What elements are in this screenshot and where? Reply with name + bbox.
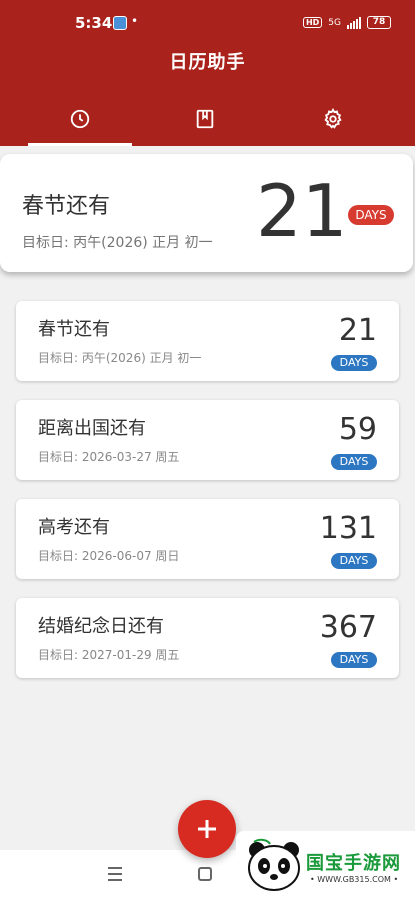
tab-bookmarks[interactable] (153, 100, 257, 146)
featured-days-count: 21 (256, 169, 348, 253)
panda-logo-icon (248, 838, 300, 891)
event-days-badge: DAYS (331, 355, 377, 371)
event-days-count: 131 (319, 511, 377, 546)
event-target-date: 目标日: 2026-06-07 周日 (38, 549, 180, 563)
event-target-date: 目标日: 丙午(2026) 正月 初一 (38, 351, 202, 365)
active-tab-indicator (28, 143, 132, 146)
featured-days-badge: DAYS (348, 205, 394, 225)
event-card[interactable]: 春节还有 目标日: 丙午(2026) 正月 初一 21 DAYS (16, 301, 399, 381)
plus-icon (198, 820, 216, 838)
home-icon[interactable] (198, 867, 212, 881)
gear-icon (324, 108, 342, 129)
site-watermark: 国宝手游网 • WWW.GB315.COM • (236, 831, 415, 900)
featured-event-title: 春节还有 (22, 194, 111, 219)
event-days-badge: DAYS (331, 553, 377, 569)
app-title: 日历助手 (169, 52, 246, 73)
featured-event-target-date: 目标日: 丙午(2026) 正月 初一 (22, 235, 213, 251)
event-target-date: 目标日: 2026-03-27 周五 (38, 450, 180, 464)
status-bar: 5:34 • HD 5G 78 (0, 10, 415, 38)
tab-countdown[interactable] (28, 100, 132, 146)
featured-countdown-card[interactable]: 春节还有 目标日: 丙午(2026) 正月 初一 21 DAYS (0, 154, 413, 272)
event-days-count: 59 (338, 412, 377, 447)
event-title: 距离出国还有 (38, 418, 146, 439)
event-card[interactable]: 高考还有 目标日: 2026-06-07 周日 131 DAYS (16, 499, 399, 579)
tab-bar (0, 100, 415, 146)
network-label: 5G (328, 17, 341, 28)
event-title: 结婚纪念日还有 (38, 616, 164, 637)
status-dot: • (131, 14, 139, 28)
event-days-count: 21 (338, 313, 377, 348)
event-card[interactable]: 结婚纪念日还有 目标日: 2027-01-29 周五 367 DAYS (16, 598, 399, 678)
menu-icon[interactable] (106, 866, 124, 882)
app-header: 5:34 • HD 5G 78 日历助手 (0, 0, 415, 146)
status-time: 5:34 (75, 14, 113, 32)
event-days-badge: DAYS (331, 454, 377, 470)
add-event-button[interactable] (178, 800, 236, 858)
battery-icon: 78 (367, 16, 391, 29)
bookmark-icon (196, 109, 214, 129)
event-title: 高考还有 (38, 517, 110, 538)
event-target-date: 目标日: 2027-01-29 周五 (38, 648, 180, 662)
event-title: 春节还有 (38, 319, 110, 340)
clock-icon (70, 109, 90, 129)
watermark-url: • WWW.GB315.COM • (310, 875, 399, 884)
event-days-count: 367 (319, 610, 377, 645)
mail-notification-icon (113, 16, 127, 30)
status-indicators: HD 5G 78 (302, 16, 391, 29)
hd-badge: HD (302, 17, 323, 28)
tab-settings[interactable] (281, 100, 385, 146)
watermark-site-name: 国宝手游网 (306, 853, 401, 874)
signal-icon (347, 16, 361, 29)
event-days-badge: DAYS (331, 652, 377, 668)
event-card[interactable]: 距离出国还有 目标日: 2026-03-27 周五 59 DAYS (16, 400, 399, 480)
